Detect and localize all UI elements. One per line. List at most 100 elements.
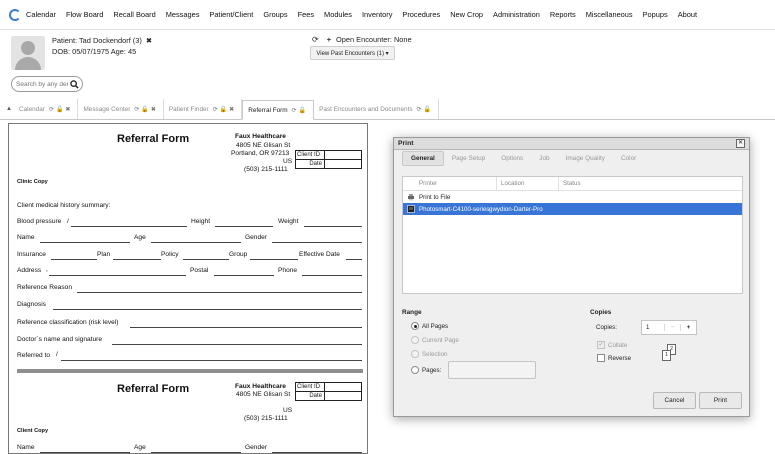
menu-fees[interactable]: Fees [298,10,314,19]
tab-calendar[interactable]: Calendar ⟳🔓✖ [14,99,79,119]
phone-line[interactable] [302,275,362,276]
refresh-encounter-icon[interactable]: ⟳ [312,35,319,44]
gender-line[interactable] [272,242,362,243]
tab-general[interactable]: General [402,150,444,166]
printer-name: Print to File [419,193,451,201]
app-logo-icon[interactable] [9,8,21,21]
tab-patient-finder[interactable]: Patient Finder ⟳🔓✖ [164,99,243,119]
menu-flow-board[interactable]: Flow Board [66,10,103,19]
postal-label: Postal [190,267,209,274]
menu-about[interactable]: About [678,10,697,19]
group-line[interactable] [250,259,298,260]
collate-checkbox[interactable]: ✓ [597,341,605,349]
gender-line-copy[interactable] [272,452,362,453]
range-pages[interactable]: Pages: [411,366,441,374]
reference-reason-line[interactable] [77,292,362,293]
cancel-button[interactable]: Cancel [653,392,696,409]
tab-referral-form[interactable]: Referral Form ⟳🔓 [242,100,315,120]
decrease-copies-button[interactable]: − [664,324,680,331]
patient-search-input[interactable] [12,80,68,88]
radio-current-page[interactable] [411,336,419,344]
menu-calendar[interactable]: Calendar [26,10,56,19]
tab-message-center[interactable]: Message Center ⟳🔓✖ [78,99,164,119]
radio-selection[interactable] [411,350,419,358]
collapse-tabs-icon[interactable]: ▲ [4,99,14,119]
print-to-file-icon [407,193,415,201]
reference-classification-line[interactable] [130,327,362,328]
insurance-line[interactable] [51,259,97,260]
increase-copies-button[interactable]: + [680,324,696,331]
menu-procedures[interactable]: Procedures [402,10,440,19]
tab-refresh-lock-icons[interactable]: ⟳🔓 [417,106,434,113]
print-dialog-title: Print [398,140,414,147]
referred-to-line[interactable] [61,360,362,361]
copies-value[interactable]: 1 [642,324,664,331]
tab-refresh-lock-close-icons[interactable]: ⟳🔓✖ [134,106,158,113]
reverse-label: Reverse [608,354,632,362]
tab-refresh-lock-close-icons[interactable]: ⟳🔓✖ [49,106,73,113]
policy-line[interactable] [183,259,229,260]
collate-option[interactable]: ✓ Collate [597,341,627,349]
name-line-copy[interactable] [40,452,130,453]
column-location[interactable]: Location [497,177,559,190]
new-encounter-icon[interactable]: + [327,35,331,44]
tab-options[interactable]: Options [493,152,531,165]
printer-row-print-to-file[interactable]: Print to File [403,191,742,203]
tab-refresh-lock-close-icons[interactable]: ⟳🔓✖ [213,106,237,113]
pages-input[interactable] [448,361,536,379]
tab-job[interactable]: Job [531,152,557,165]
menu-popups[interactable]: Popups [643,10,668,19]
age-line-copy[interactable] [151,452,241,453]
print-dialog-titlebar[interactable]: Print ✕ [394,138,749,150]
view-past-encounters-button[interactable]: View Past Encounters (1) ▾ [310,46,395,60]
postal-line[interactable] [214,275,274,276]
doctor-signature-line[interactable] [112,344,362,345]
range-all-pages[interactable]: All Pages [411,322,448,330]
form-title: Referral Form [117,133,190,145]
range-selection[interactable]: Selection [411,350,447,358]
reverse-option[interactable]: Reverse [597,354,631,362]
radio-pages[interactable] [411,366,419,374]
menu-recall-board[interactable]: Recall Board [113,10,155,19]
address-mark: , [46,266,48,273]
menu-modules[interactable]: Modules [324,10,352,19]
search-icon[interactable] [69,79,80,90]
column-printer[interactable]: Printer [403,177,497,190]
column-status[interactable]: Status [559,177,619,190]
menu-administration[interactable]: Administration [493,10,540,19]
menu-messages[interactable]: Messages [166,10,200,19]
menu-miscellaneous[interactable]: Miscellaneous [586,10,633,19]
menu-inventory[interactable]: Inventory [362,10,392,19]
summary-label: Client medical history summary: [17,202,111,209]
print-button[interactable]: Print [699,392,742,409]
plan-line[interactable] [113,259,161,260]
menu-groups[interactable]: Groups [263,10,287,19]
effective-date-line[interactable] [346,259,362,260]
menu-patient-client[interactable]: Patient/Client [209,10,253,19]
age-line[interactable] [151,242,241,243]
current-page-label: Current Page [422,336,459,344]
name-label-copy: Name [17,444,35,451]
copies-spinner: 1 − + [641,320,697,335]
height-label: Height [191,218,211,225]
tab-calendar-label: Calendar [19,105,45,113]
range-current-page[interactable]: Current Page [411,336,459,344]
blood-pressure-line[interactable] [71,226,187,227]
address-line[interactable] [49,275,186,276]
radio-all-pages[interactable] [411,322,419,330]
tab-refresh-lock-icons[interactable]: ⟳🔓 [292,107,309,114]
close-patient-icon[interactable]: ✖ [146,36,152,45]
close-dialog-icon[interactable]: ✕ [736,139,745,148]
tab-image-quality[interactable]: Image Quality [558,152,613,165]
weight-line[interactable] [304,226,362,227]
height-line[interactable] [215,226,273,227]
tab-past-encounters[interactable]: Past Encounters and Documents ⟳🔓 [314,99,440,119]
menu-reports[interactable]: Reports [550,10,576,19]
diagnosis-line[interactable] [53,309,362,310]
menu-new-crop[interactable]: New Crop [450,10,483,19]
tab-page-setup[interactable]: Page Setup [444,152,493,165]
tab-color[interactable]: Color [613,152,644,165]
name-line[interactable] [40,242,130,243]
reverse-checkbox[interactable] [597,354,605,362]
printer-row-photosmart[interactable]: Photosmart-C4100-series gwydion-Darter-P… [403,203,742,215]
